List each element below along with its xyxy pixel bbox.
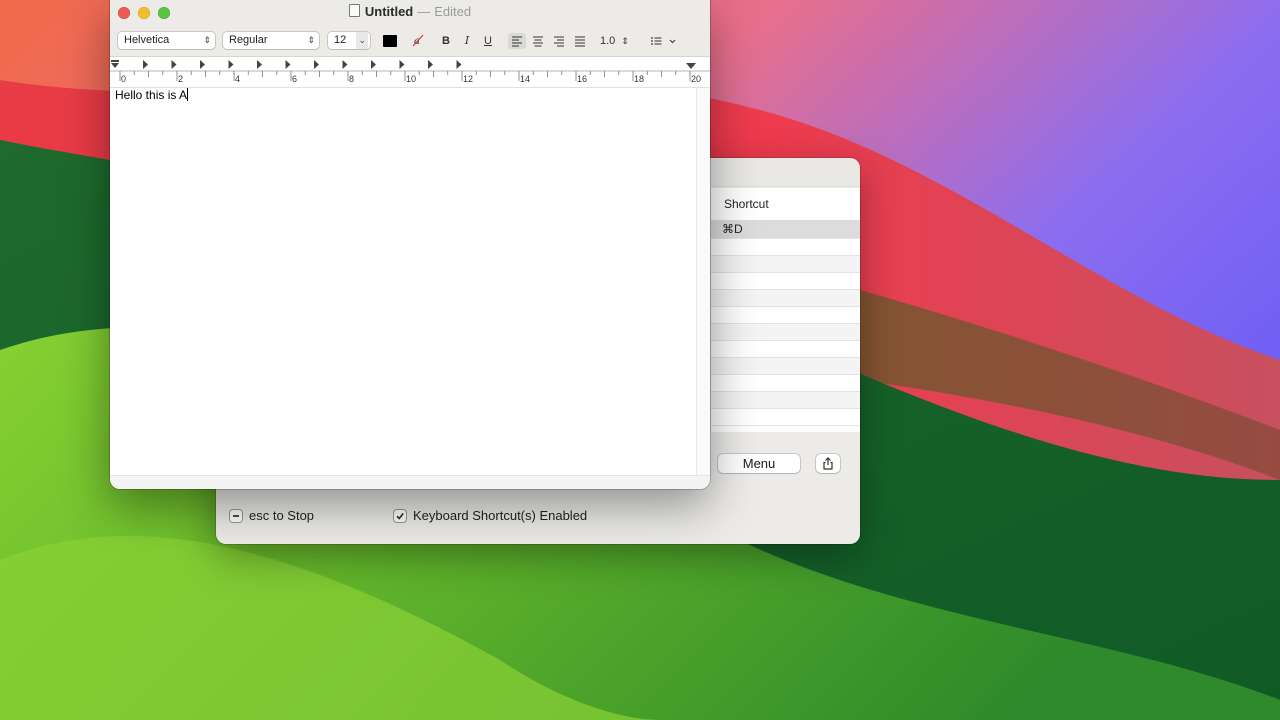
ruler-label: 8 (349, 74, 354, 84)
ruler-label: 6 (292, 74, 297, 84)
table-row-selected[interactable]: ⌘D (711, 221, 860, 239)
left-indent-marker[interactable] (111, 60, 119, 68)
align-left-icon (512, 36, 522, 47)
titlebar: Untitled — Edited Helvetica ⇕ Regular ⇕ 12… (110, 0, 710, 57)
edited-status: Edited (434, 4, 472, 19)
chevron-down-icon[interactable]: ⌄ (356, 32, 368, 49)
tab-stop-marker[interactable] (200, 60, 205, 69)
font-size-combo[interactable]: 12 ⌄ (328, 32, 370, 49)
tab-stop-marker[interactable] (285, 60, 291, 69)
esc-to-stop-label: esc to Stop (249, 508, 315, 523)
tab-stop-marker[interactable] (257, 60, 262, 69)
align-right-icon (554, 36, 564, 47)
table-row[interactable] (711, 273, 860, 290)
font-size-value: 12 (334, 34, 347, 46)
tab-stop-marker[interactable] (428, 60, 433, 69)
text-caret (187, 88, 189, 101)
keyboard-shortcut-checkbox[interactable] (394, 509, 406, 522)
tab-stop-marker[interactable] (342, 60, 348, 69)
keyboard-shortcut-option[interactable]: Keyboard Shortcut(s) Enabled (394, 508, 587, 523)
esc-to-stop-checkbox[interactable] (230, 509, 242, 522)
justify-icon (575, 36, 585, 47)
table-row[interactable] (711, 239, 860, 256)
window-title: Untitled — Edited (110, 4, 710, 19)
highlight-color-icon: a (412, 34, 424, 47)
text-color-well[interactable] (383, 35, 397, 47)
shortcut-table[interactable]: Shortcut ⌘D (710, 188, 860, 432)
align-right-button[interactable] (550, 33, 568, 49)
tab-stop-marker[interactable] (314, 60, 319, 69)
ruler-label: 18 (634, 74, 644, 84)
textedit-window: Untitled — Edited Helvetica ⇕ Regular ⇕ 12… (110, 0, 710, 489)
ruler-label: 10 (406, 74, 416, 84)
align-center-button[interactable] (529, 33, 547, 49)
table-row[interactable] (711, 341, 860, 358)
align-left-button[interactable] (508, 33, 526, 49)
table-row[interactable] (711, 375, 860, 392)
ruler-label: 0 (121, 74, 126, 84)
updown-chevron-icon: ⇕ (307, 35, 315, 45)
esc-to-stop-option[interactable]: esc to Stop (230, 508, 314, 523)
menu-button[interactable]: Menu (718, 454, 800, 473)
list-style-popup[interactable] (648, 33, 678, 49)
table-row[interactable] (711, 290, 860, 307)
share-icon (823, 457, 833, 470)
table-row[interactable] (711, 409, 860, 426)
document-text: Hello this is A (115, 88, 188, 102)
window-bottom-bar (110, 475, 710, 489)
ruler-label: 20 (691, 74, 701, 84)
document-icon (348, 4, 360, 17)
tab-stop-marker[interactable] (371, 60, 376, 69)
highlight-color-button[interactable]: a (410, 33, 426, 49)
bold-button[interactable]: B (439, 33, 453, 49)
underline-button[interactable]: U (481, 33, 495, 49)
tab-stop-marker[interactable] (228, 60, 234, 69)
font-style-value: Regular (229, 34, 268, 46)
ruler-label: 14 (520, 74, 530, 84)
bulleted-list-icon (651, 37, 676, 45)
checkmark-icon (396, 512, 404, 520)
align-center-icon (533, 36, 543, 47)
ruler-label: 16 (577, 74, 587, 84)
updown-chevron-icon: ⇕ (621, 36, 629, 46)
table-row[interactable] (711, 358, 860, 375)
ruler[interactable]: 0 2 4 6 8 10 12 14 16 18 20 (110, 57, 710, 88)
font-style-popup[interactable]: Regular ⇕ (223, 32, 319, 49)
table-row[interactable] (711, 307, 860, 324)
document-text-area[interactable]: Hello this is A (110, 88, 696, 475)
table-row[interactable] (711, 392, 860, 409)
font-family-value: Helvetica (124, 34, 170, 46)
title-separator: — (417, 4, 431, 19)
ruler-label: 4 (235, 74, 240, 84)
ruler-label: 12 (463, 74, 473, 84)
tab-stop-marker[interactable] (399, 60, 405, 69)
italic-button[interactable]: I (460, 33, 474, 49)
table-row[interactable] (711, 256, 860, 273)
tab-stop-marker[interactable] (143, 60, 148, 69)
updown-chevron-icon: ⇕ (203, 35, 211, 45)
justify-button[interactable] (571, 33, 589, 49)
keyboard-shortcut-label: Keyboard Shortcut(s) Enabled (413, 508, 588, 523)
tab-stop-marker[interactable] (456, 60, 462, 69)
font-family-popup[interactable]: Helvetica ⇕ (118, 32, 215, 49)
line-spacing-value: 1.0 (600, 35, 616, 47)
tab-stop-marker[interactable] (171, 60, 177, 69)
table-row[interactable] (711, 324, 860, 341)
ruler-label: 2 (178, 74, 183, 84)
mixed-state-icon (233, 514, 239, 517)
share-button[interactable] (816, 454, 840, 473)
right-margin-marker[interactable] (686, 63, 696, 69)
document-title: Untitled (364, 4, 414, 19)
document-body[interactable]: Hello this is A (115, 88, 189, 102)
vertical-scrollbar[interactable] (696, 88, 710, 475)
shortcut-column-header[interactable]: Shortcut (711, 188, 860, 221)
line-spacing-popup[interactable]: 1.0 ⇕ (600, 33, 636, 49)
